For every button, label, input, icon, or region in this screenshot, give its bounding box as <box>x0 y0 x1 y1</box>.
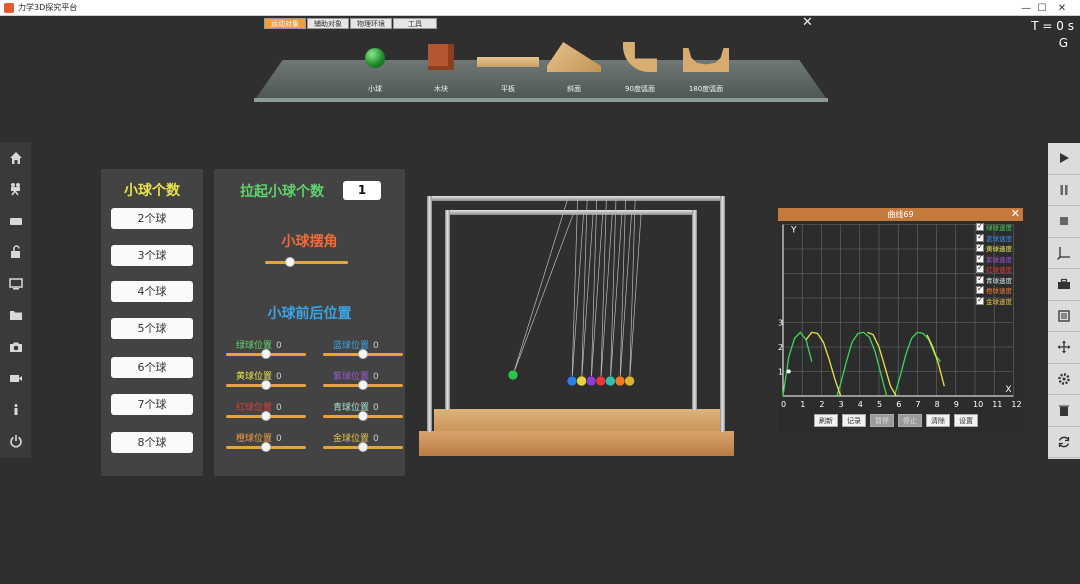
x-tick-label: 7 <box>915 400 920 409</box>
legend-label: 紫球速度 <box>986 255 1012 264</box>
graph-button-1[interactable]: 记录 <box>842 414 866 427</box>
graph-title: 曲线69 <box>778 208 1023 221</box>
checkbox-icon[interactable] <box>976 295 984 305</box>
x-tick-label: 8 <box>935 400 940 409</box>
graph-button-2[interactable]: 暂停 <box>870 414 894 427</box>
pendulum-string <box>610 211 623 382</box>
graph-legend: 绿球速度蓝球速度黄球速度紫球速度红球速度青球速度橙球速度金球速度 <box>976 221 1012 307</box>
y-tick-label: 3 <box>778 319 783 328</box>
pendulum-string <box>512 197 569 376</box>
legend-label: 橙球速度 <box>986 287 1012 296</box>
legend-label: 绿球速度 <box>986 224 1012 233</box>
x-tick-label: 1 <box>800 400 805 409</box>
legend-label: 蓝球速度 <box>986 234 1012 243</box>
x-tick-label: 0 <box>781 400 786 409</box>
pendulum-string <box>619 211 632 382</box>
pendulum-string <box>590 211 604 382</box>
pendulum-string <box>581 211 594 382</box>
pendulum-ball-7[interactable] <box>624 375 635 387</box>
legend-label: 红球速度 <box>986 266 1012 275</box>
legend-label: 青球速度 <box>986 276 1012 285</box>
pendulum-string <box>629 211 642 382</box>
x-axis-label: X <box>1005 385 1011 395</box>
data-marker <box>786 369 791 374</box>
graph-button-4[interactable]: 清除 <box>926 414 950 427</box>
checkbox-icon[interactable] <box>976 284 984 295</box>
legend-label: 金球速度 <box>986 297 1012 306</box>
series-line-0 <box>782 331 813 397</box>
graph-close-button[interactable]: ✕ <box>1011 207 1020 220</box>
graph-button-3[interactable]: 停止 <box>898 414 922 427</box>
y-axis-label: Y <box>790 226 797 236</box>
graph-panel: 曲线69 ✕ 0123456789101112123XY 绿球速度蓝球速度黄球速… <box>778 207 1023 432</box>
checkbox-icon[interactable] <box>976 242 984 253</box>
x-tick-label: 6 <box>896 400 901 409</box>
legend-item-7[interactable]: 金球速度 <box>976 295 1012 307</box>
x-tick-label: 5 <box>877 400 882 409</box>
pendulum-string <box>512 211 575 376</box>
checkbox-icon[interactable] <box>976 253 984 263</box>
pendulum-string <box>600 211 613 382</box>
x-tick-label: 4 <box>858 400 863 409</box>
x-tick-label: 12 <box>1011 400 1021 409</box>
x-tick-label: 3 <box>839 400 844 409</box>
pendulum-ball-6[interactable] <box>614 375 626 387</box>
x-tick-label: 10 <box>973 400 983 409</box>
pendulum-ball-4[interactable] <box>595 375 606 387</box>
pendulum-ball-5[interactable] <box>605 375 616 387</box>
x-tick-label: 11 <box>992 400 1002 409</box>
checkbox-icon[interactable] <box>976 274 984 284</box>
graph-button-0[interactable]: 刷新 <box>814 414 838 427</box>
x-tick-label: 9 <box>954 400 959 409</box>
checkbox-icon[interactable] <box>976 232 984 242</box>
checkbox-icon[interactable] <box>976 221 984 232</box>
x-tick-label: 2 <box>819 400 824 409</box>
y-tick-label: 2 <box>778 343 783 352</box>
legend-label: 黄球速度 <box>986 245 1012 254</box>
checkbox-icon[interactable] <box>976 263 984 274</box>
graph-button-5[interactable]: 设置 <box>954 414 978 427</box>
pendulum-ball-0[interactable] <box>507 369 519 381</box>
y-tick-label: 1 <box>778 368 783 377</box>
pendulum-ball-1[interactable] <box>566 375 578 387</box>
pendulum-string <box>571 197 578 382</box>
pendulum-ball-3[interactable] <box>586 375 597 387</box>
pendulum-string <box>571 211 584 382</box>
series-line-3 <box>805 331 842 397</box>
pendulum-ball-2[interactable] <box>576 375 587 387</box>
graph-buttons: 刷新 记录 暂停 停止 清除 设置 <box>814 414 982 427</box>
